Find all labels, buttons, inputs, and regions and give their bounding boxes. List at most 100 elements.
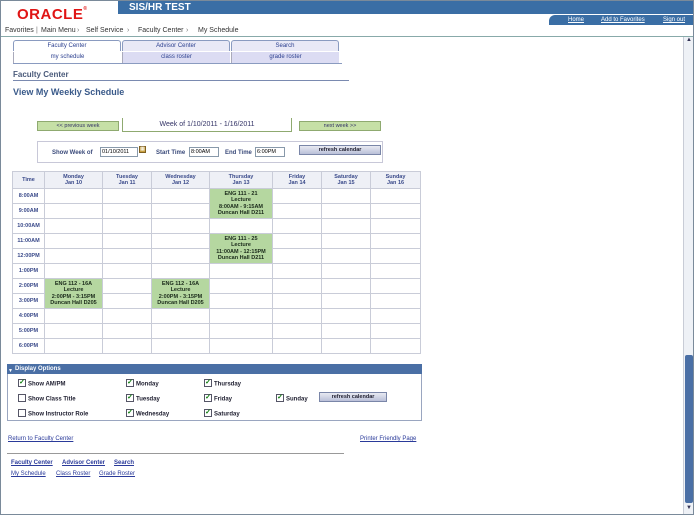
day-column-header: Sunday Jan 16 xyxy=(370,171,421,189)
time-slot-label: 10:00AM xyxy=(12,218,45,234)
breadcrumb-self-service[interactable]: Self Service xyxy=(86,27,123,34)
empty-time-slot xyxy=(272,188,322,204)
empty-time-slot xyxy=(272,248,322,264)
footer-faculty-center-link[interactable]: Faculty Center xyxy=(11,460,53,466)
tab-advisor-center[interactable]: Advisor Center xyxy=(122,40,230,51)
empty-time-slot xyxy=(151,233,210,249)
start-time-input[interactable]: 8:00AM xyxy=(189,147,219,157)
schedule-row: 11:00AM ENG 111 - 25 Lecture 11:00AM - 12:1… xyxy=(12,233,421,264)
subtab-grade-roster[interactable]: grade roster xyxy=(231,52,339,63)
printer-friendly-link[interactable]: Printer Friendly Page xyxy=(360,436,416,442)
display-option[interactable]: ✓ Wednesday xyxy=(126,409,169,419)
tab-divider xyxy=(13,63,342,64)
chevron-right-icon: › xyxy=(77,27,80,34)
empty-time-slot xyxy=(370,323,421,339)
previous-week-button[interactable]: << previous week xyxy=(37,121,119,131)
day-date: Jan 11 xyxy=(118,180,136,186)
class-meeting-block[interactable]: ENG 111 - 21 Lecture 8:00AM - 9:15AM Duncan… xyxy=(209,188,273,219)
refresh-calendar-options-button[interactable]: refresh calendar xyxy=(319,392,387,402)
chevron-right-icon: › xyxy=(186,27,189,34)
home-link[interactable]: Home xyxy=(568,17,584,23)
vertical-scrollbar[interactable]: ▲ ▼ xyxy=(683,37,693,514)
end-time-input[interactable]: 6:00PM xyxy=(255,147,285,157)
checked-checkbox-icon[interactable]: ✓ xyxy=(276,394,284,402)
time-slot-label: 8:00AM xyxy=(12,188,45,204)
schedule-row: 4:00PM xyxy=(12,308,421,324)
empty-time-slot xyxy=(272,308,322,324)
class-meeting-block[interactable]: ENG 112 - 16A Lecture 2:00PM - 3:15PM Dunca… xyxy=(44,278,103,309)
checked-checkbox-icon[interactable]: ✓ xyxy=(18,379,26,387)
time-slot-label: 11:00AM xyxy=(12,233,45,249)
empty-time-slot xyxy=(102,338,152,354)
day-column-header: Saturday Jan 15 xyxy=(321,171,371,189)
time-slot-label: 2:00PM xyxy=(12,278,45,294)
schedule-row: 6:00PM xyxy=(12,338,421,354)
empty-time-slot xyxy=(321,278,371,294)
display-option[interactable]: ✓ Saturday xyxy=(204,409,240,419)
tab-faculty-center[interactable]: Faculty Center xyxy=(13,40,121,51)
subtab-class-roster[interactable]: class roster xyxy=(122,52,230,63)
subtab-my-schedule[interactable]: my schedule xyxy=(13,52,121,63)
empty-time-slot xyxy=(272,218,322,234)
empty-time-slot xyxy=(272,338,322,354)
checked-checkbox-icon[interactable]: ✓ xyxy=(126,394,134,402)
unchecked-checkbox-icon[interactable] xyxy=(18,409,26,417)
weekly-schedule-grid: Time Monday Jan 10 Tuesday Jan 11 Wednesday Ja… xyxy=(12,171,421,354)
footer-search-link[interactable]: Search xyxy=(114,460,134,466)
app-title-bar: SIS/HR TEST xyxy=(118,1,693,14)
empty-time-slot xyxy=(44,218,103,234)
sign-out-link[interactable]: Sign out xyxy=(663,17,685,23)
footer-class-roster-link[interactable]: Class Roster xyxy=(56,471,90,477)
checked-checkbox-icon[interactable]: ✓ xyxy=(126,379,134,387)
footer-grade-roster-link[interactable]: Grade Roster xyxy=(99,471,135,477)
show-week-input[interactable]: 01/10/2011 xyxy=(100,147,138,157)
tab-search[interactable]: Search xyxy=(231,40,339,51)
footer-my-schedule-link[interactable]: My Schedule xyxy=(11,471,46,477)
display-option[interactable]: ✓ Friday xyxy=(204,394,232,404)
display-option[interactable]: ✓ Show AM/PM xyxy=(18,379,65,389)
display-option[interactable]: Show Instructor Role xyxy=(18,409,88,419)
empty-time-slot xyxy=(370,278,421,294)
checked-checkbox-icon[interactable]: ✓ xyxy=(204,379,212,387)
display-option-label: Monday xyxy=(136,381,159,388)
time-slot-label: 9:00AM xyxy=(12,203,45,219)
scroll-down-icon[interactable]: ▼ xyxy=(684,505,693,514)
breadcrumb-favorites[interactable]: Favorites xyxy=(5,27,34,34)
checked-checkbox-icon[interactable]: ✓ xyxy=(204,394,212,402)
empty-time-slot xyxy=(102,188,152,204)
empty-time-slot xyxy=(44,338,103,354)
display-option[interactable]: ✓ Sunday xyxy=(276,394,308,404)
display-options-header[interactable]: ▼ Display Options xyxy=(7,364,422,374)
calendar-icon[interactable]: ▦ xyxy=(139,146,146,153)
display-option[interactable]: ✓ Monday xyxy=(126,379,159,389)
unchecked-checkbox-icon[interactable] xyxy=(18,394,26,402)
day-column-header: Wednesday Jan 12 xyxy=(151,171,210,189)
scroll-up-icon[interactable]: ▲ xyxy=(684,37,693,47)
breadcrumb-faculty-center[interactable]: Faculty Center xyxy=(138,27,184,34)
display-option[interactable]: ✓ Thursday xyxy=(204,379,241,389)
add-to-favorites-link[interactable]: Add to Favorites xyxy=(601,17,645,23)
empty-time-slot xyxy=(209,218,273,234)
empty-time-slot xyxy=(209,263,273,279)
empty-time-slot xyxy=(370,218,421,234)
next-week-button[interactable]: next week >> xyxy=(299,121,381,131)
display-option[interactable]: ✓ Tuesday xyxy=(126,394,160,404)
day-column-header: Tuesday Jan 11 xyxy=(102,171,152,189)
footer-advisor-center-link[interactable]: Advisor Center xyxy=(62,460,105,466)
class-meeting-block[interactable]: ENG 112 - 16A Lecture 2:00PM - 3:15PM Dunca… xyxy=(151,278,210,309)
return-to-faculty-center-link[interactable]: Return to Faculty Center xyxy=(8,436,73,442)
display-options-panel: ✓ Show AM/PM ✓ Monday ✓ Thursday Show Class Ti… xyxy=(7,374,422,421)
display-option[interactable]: Show Class Title xyxy=(18,394,76,404)
empty-time-slot xyxy=(209,323,273,339)
section-title: Faculty Center xyxy=(13,70,69,79)
class-meeting-block[interactable]: ENG 111 - 25 Lecture 11:00AM - 12:15PM Dunc… xyxy=(209,233,273,264)
checked-checkbox-icon[interactable]: ✓ xyxy=(126,409,134,417)
scrollbar-thumb[interactable] xyxy=(685,355,693,503)
empty-time-slot xyxy=(102,233,152,249)
checked-checkbox-icon[interactable]: ✓ xyxy=(204,409,212,417)
schedule-row: 1:00PM xyxy=(12,263,421,279)
refresh-calendar-button[interactable]: refresh calendar xyxy=(299,145,381,155)
header-links: Home Add to Favorites Sign out xyxy=(549,15,693,25)
start-time-label: Start Time xyxy=(156,150,186,156)
breadcrumb-main-menu[interactable]: Main Menu xyxy=(41,27,76,34)
